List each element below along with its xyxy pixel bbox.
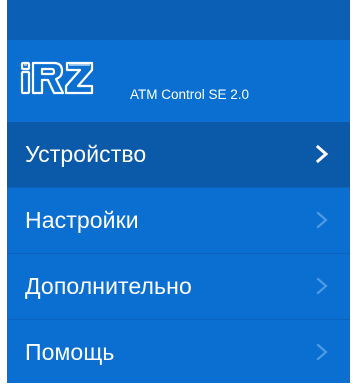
chevron-right-icon xyxy=(316,211,328,229)
menu-item-label: Настройки xyxy=(25,207,139,233)
menu-item-label: Устройство xyxy=(25,141,147,167)
irz-logo xyxy=(20,61,94,95)
menu-item-help[interactable]: Помощь xyxy=(7,320,350,383)
chevron-right-icon xyxy=(316,277,328,295)
chevron-right-icon xyxy=(315,144,329,164)
chevron-right-icon xyxy=(316,343,328,361)
menu-item-additional[interactable]: Дополнительно xyxy=(7,254,350,319)
top-bar xyxy=(7,0,350,40)
menu-item-settings[interactable]: Настройки xyxy=(7,188,350,253)
app-title: ATM Control SE 2.0 xyxy=(130,87,250,102)
menu-item-label: Помощь xyxy=(25,339,115,365)
navigation-panel: ATM Control SE 2.0 Устройство Настройки … xyxy=(7,0,350,383)
app-header: ATM Control SE 2.0 xyxy=(7,40,350,122)
menu-item-label: Дополнительно xyxy=(25,273,192,299)
menu-item-device[interactable]: Устройство xyxy=(7,122,350,187)
